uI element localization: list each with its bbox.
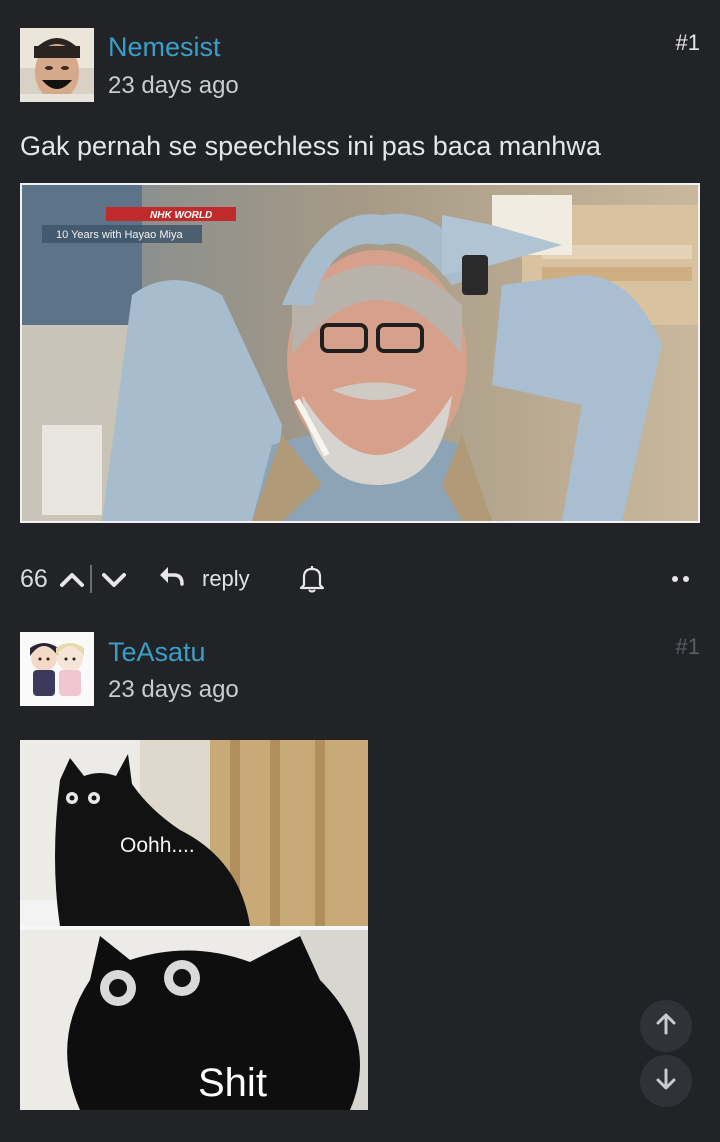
avatar-image bbox=[20, 632, 94, 706]
comment-number[interactable]: #1 bbox=[676, 30, 700, 56]
comment-text: Gak pernah se speechless ini pas baca ma… bbox=[20, 131, 601, 161]
video-caption: 10 Years with Hayao Miya bbox=[56, 229, 183, 241]
username[interactable]: TeAsatu bbox=[108, 637, 206, 668]
username[interactable]: Nemesist bbox=[108, 32, 221, 63]
arrow-up-icon bbox=[653, 1011, 679, 1042]
reply-arrow-icon bbox=[158, 564, 184, 594]
timestamp: 23 days ago bbox=[108, 676, 239, 703]
cat-meme: Oohh.... Shit bbox=[20, 740, 368, 1110]
arrow-down-icon bbox=[653, 1066, 679, 1097]
avatar-image bbox=[20, 28, 94, 102]
bell-icon[interactable] bbox=[298, 564, 326, 594]
more-dots-icon[interactable] bbox=[660, 560, 700, 598]
vote-count: 66 bbox=[20, 565, 48, 593]
avatar[interactable] bbox=[20, 632, 94, 706]
comment-image[interactable]: NHK WORLD 10 Years with Hayao Miya bbox=[20, 183, 700, 523]
meme-top-text: Oohh.... bbox=[120, 834, 195, 857]
timestamp: 23 days ago bbox=[108, 72, 239, 99]
comment-image[interactable]: Oohh.... Shit bbox=[20, 740, 368, 1110]
scroll-up-button[interactable] bbox=[640, 1000, 692, 1052]
meme-bottom-text: Shit bbox=[198, 1061, 267, 1105]
chevron-down-icon[interactable] bbox=[100, 566, 128, 594]
comment-number[interactable]: #1 bbox=[676, 634, 700, 660]
reply-button[interactable]: reply bbox=[158, 560, 250, 598]
reply-label: reply bbox=[202, 566, 250, 591]
avatar[interactable] bbox=[20, 28, 94, 102]
miyazaki-photo: NHK WORLD 10 Years with Hayao Miya bbox=[22, 185, 698, 521]
chevron-up-icon[interactable] bbox=[58, 566, 86, 594]
channel-label: NHK WORLD bbox=[150, 210, 212, 221]
vote-divider bbox=[90, 565, 92, 593]
scroll-down-button[interactable] bbox=[640, 1055, 692, 1107]
comment-actions: 66 reply bbox=[20, 560, 700, 600]
